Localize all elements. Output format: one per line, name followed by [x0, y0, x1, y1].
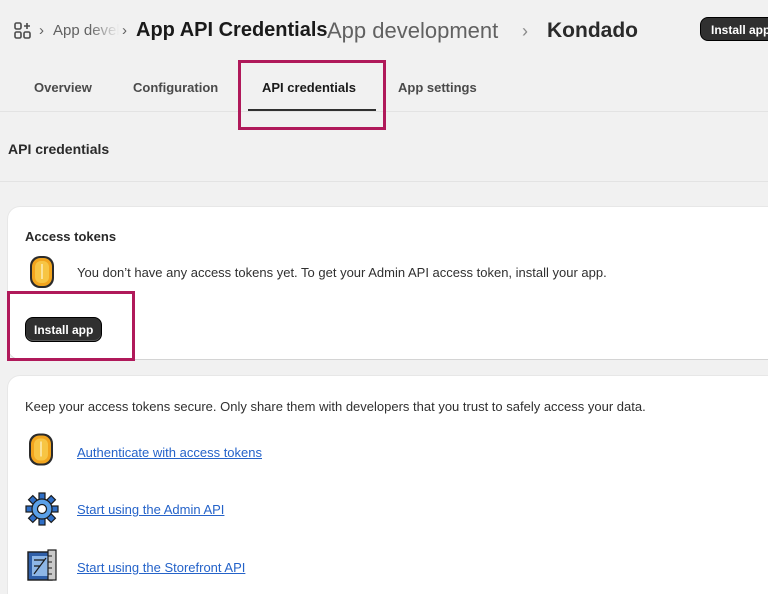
blueprint-icon: [27, 549, 57, 581]
gear-icon: [25, 492, 59, 526]
breadcrumb-shop-name: Kondado: [547, 19, 638, 42]
page-header: › App development › App API Credentials …: [0, 0, 768, 62]
coin-icon: [30, 256, 54, 288]
section-divider: [0, 181, 768, 182]
storefront-api-link[interactable]: Start using the Storefront API: [77, 560, 245, 575]
coin-icon: [29, 433, 53, 466]
chevron-right-icon: ›: [522, 21, 528, 41]
section-title: API credentials: [8, 141, 110, 157]
highlight-box-install: [7, 291, 135, 361]
security-message: Keep your access tokens secure. Only sha…: [25, 399, 646, 414]
tab-app-settings[interactable]: App settings: [398, 80, 477, 95]
no-tokens-message: You don’t have any access tokens yet. To…: [77, 265, 607, 280]
apps-icon[interactable]: [14, 22, 32, 40]
authenticate-link[interactable]: Authenticate with access tokens: [77, 445, 262, 460]
breadcrumb-overlay-title: App development: [327, 18, 499, 43]
chevron-right-icon: ›: [122, 22, 127, 39]
access-tokens-title: Access tokens: [25, 229, 117, 244]
breadcrumb-app-development[interactable]: App development: [53, 22, 119, 39]
chevron-right-icon: ›: [39, 22, 44, 39]
header-install-app-button[interactable]: Install app: [700, 17, 768, 41]
tab-configuration[interactable]: Configuration: [133, 80, 218, 95]
page-title: App API Credentials: [136, 19, 328, 41]
admin-api-link[interactable]: Start using the Admin API: [77, 502, 224, 517]
tab-overview[interactable]: Overview: [34, 80, 92, 95]
security-info-card: Keep your access tokens secure. Only sha…: [8, 376, 768, 594]
highlight-box-tab: [238, 60, 386, 130]
